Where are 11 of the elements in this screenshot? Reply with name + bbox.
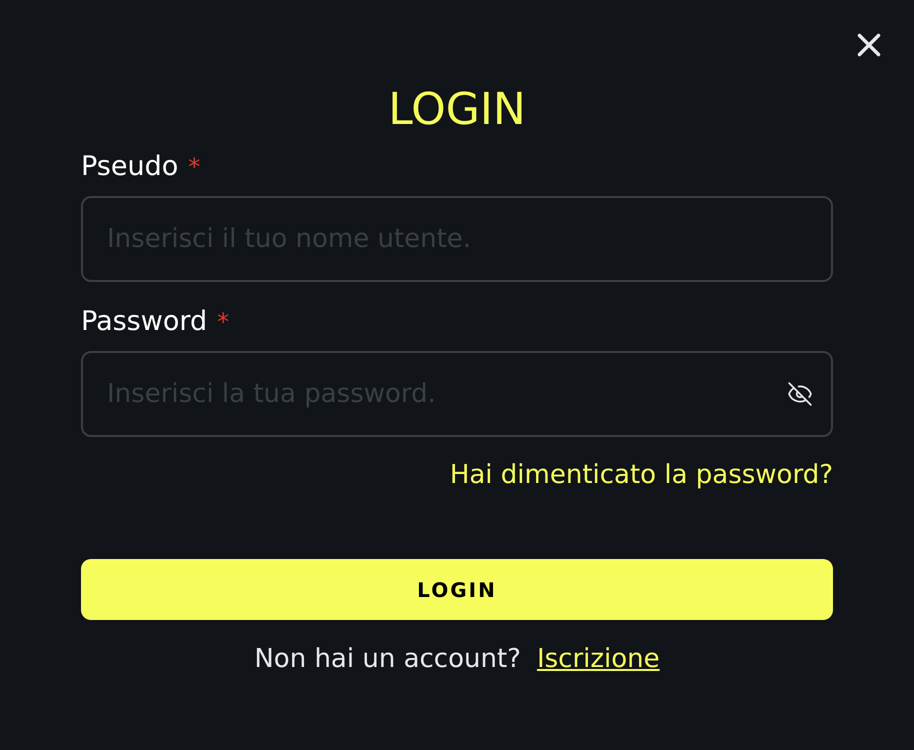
field-label: Password (81, 305, 208, 339)
dialog-title: LOGIN (388, 84, 526, 136)
field-label: Pseudo (81, 150, 178, 184)
forgot-password-link[interactable]: Hai dimenticato la password? (450, 458, 833, 492)
signup-prompt: Non hai un account? (254, 643, 521, 676)
required-mark: * (217, 307, 230, 338)
eye-off-icon (787, 381, 813, 407)
password-visibility-toggle[interactable] (786, 380, 814, 408)
login-button[interactable]: LOGIN (81, 559, 833, 620)
required-mark: * (188, 152, 200, 183)
signup-link[interactable]: Iscrizione (536, 641, 660, 677)
